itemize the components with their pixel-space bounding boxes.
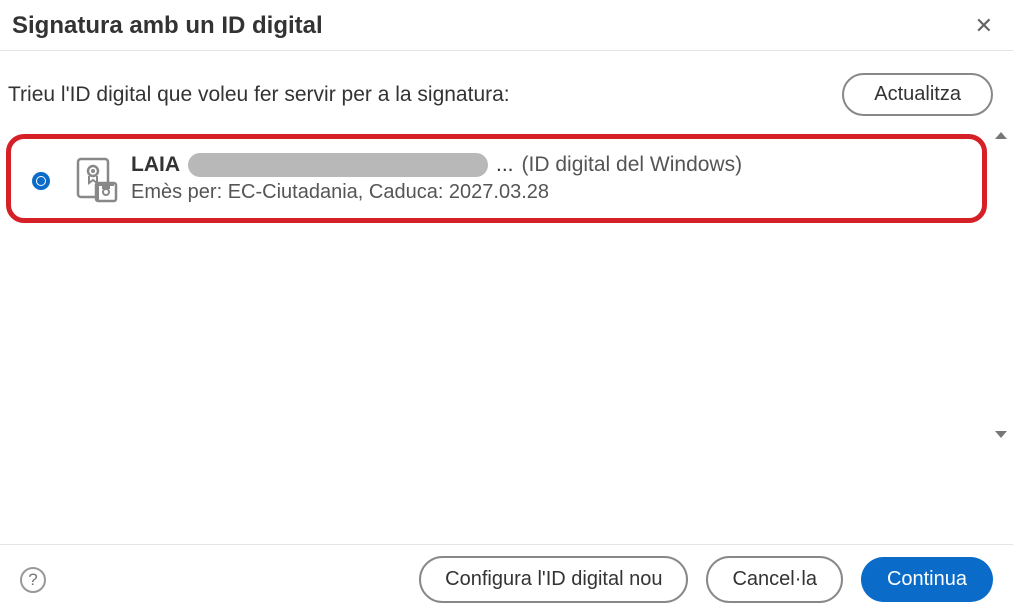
certificate-list: LAIA ... (ID digital del Windows) Emès p… (0, 130, 995, 440)
dialog-title: Signatura amb un ID digital (12, 12, 323, 40)
certificate-title-line: LAIA ... (ID digital del Windows) (131, 153, 964, 177)
radio-wrap (21, 168, 61, 190)
continue-button[interactable]: Continua (861, 557, 993, 602)
certificate-icon (61, 155, 131, 203)
sub-header: Trieu l'ID digital que voleu fer servir … (0, 51, 1013, 116)
cancel-button[interactable]: Cancel·la (706, 556, 842, 603)
scrollbar[interactable] (995, 130, 1013, 440)
configure-id-button[interactable]: Configura l'ID digital nou (419, 556, 688, 603)
certificate-list-area: LAIA ... (ID digital del Windows) Emès p… (0, 130, 1013, 440)
scroll-down-icon[interactable] (995, 431, 1007, 438)
refresh-button[interactable]: Actualitza (842, 73, 993, 116)
certificate-text: LAIA ... (ID digital del Windows) Emès p… (131, 153, 964, 204)
certificate-name: LAIA (131, 153, 180, 177)
redacted-placeholder (188, 153, 488, 177)
dialog-footer: ? Configura l'ID digital nou Cancel·la C… (0, 544, 1013, 614)
help-icon[interactable]: ? (20, 567, 46, 593)
dialog-header: Signatura amb un ID digital ✕ (0, 0, 1013, 51)
certificate-source: (ID digital del Windows) (522, 153, 743, 177)
certificate-item[interactable]: LAIA ... (ID digital del Windows) Emès p… (6, 134, 987, 223)
certificate-ellipsis: ... (496, 153, 514, 177)
footer-buttons: Configura l'ID digital nou Cancel·la Con… (419, 556, 993, 603)
instruction-text: Trieu l'ID digital que voleu fer servir … (8, 83, 510, 107)
help-label: ? (28, 570, 37, 590)
close-icon[interactable]: ✕ (975, 15, 993, 37)
radio-selected[interactable] (32, 172, 50, 190)
scroll-up-icon[interactable] (995, 132, 1007, 139)
certificate-details: Emès per: EC-Ciutadania, Caduca: 2027.03… (131, 181, 964, 204)
